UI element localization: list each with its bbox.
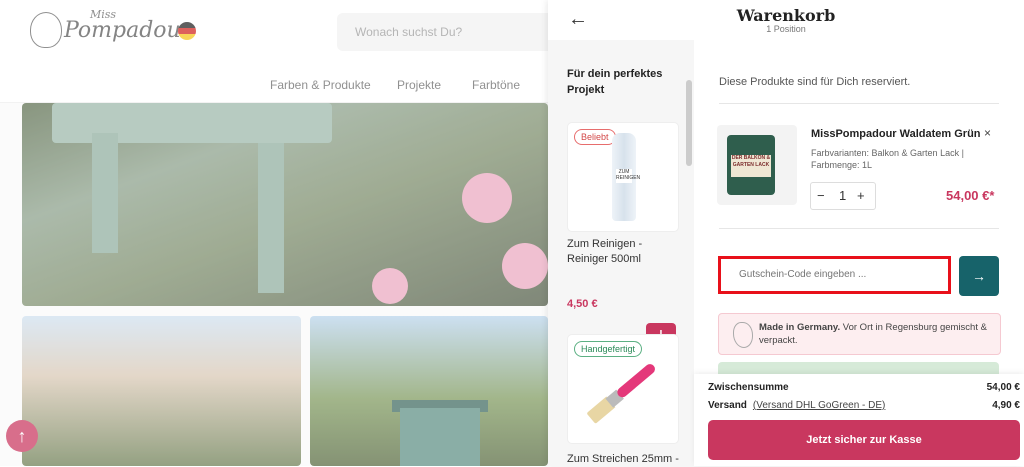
made-in-germany-text: Made in Germany. Vor Ort in Regensburg g… — [759, 321, 989, 347]
cart-item-price: 54,00 €* — [946, 188, 995, 203]
badge-beliebt: Beliebt — [574, 129, 616, 145]
dim-overlay[interactable] — [0, 0, 548, 466]
product-card-pinsel[interactable]: Handgefertigt — [567, 334, 679, 444]
made-in-germany-bold: Made in Germany. — [759, 322, 841, 333]
germany-map-icon — [733, 322, 753, 348]
paint-can: DER BALKON & GARTEN LACK — [727, 135, 775, 195]
shipping-method-link[interactable]: (Versand DHL GoGreen - DE) — [753, 400, 885, 411]
checkout-button[interactable]: Jetzt sicher zur Kasse — [708, 420, 1020, 460]
divider — [719, 228, 999, 229]
recommendations-panel: Für dein perfektes Projekt Beliebt ZUM R… — [548, 40, 694, 466]
cart-title: Warenkorb — [736, 6, 836, 25]
cart-item-name[interactable]: MissPompadour Waldatem Grün — [811, 128, 981, 140]
coupon-input[interactable] — [737, 268, 941, 281]
subtotal-value: 54,00 € — [986, 382, 1020, 393]
remove-item-icon[interactable]: × — [984, 126, 991, 140]
cart-header: ← Warenkorb 1 Position — [548, 0, 1024, 40]
product-price: 4,50 € — [567, 298, 598, 310]
order-summary: Zwischensumme 54,00 € Versand (Versand DH… — [694, 374, 1024, 466]
divider — [719, 103, 999, 104]
brush-handle — [615, 362, 657, 400]
product-name[interactable]: Zum Reinigen - Reiniger 500ml — [567, 237, 685, 267]
product-card-reiniger[interactable]: Beliebt ZUM REINIGEN — [567, 122, 679, 232]
badge-handgefertigt: Handgefertigt — [574, 341, 643, 357]
subtotal-label: Zwischensumme — [708, 382, 789, 393]
coupon-field[interactable] — [718, 256, 951, 294]
made-in-germany-notice: Made in Germany. Vor Ort in Regensburg g… — [718, 313, 1001, 355]
coupon-submit-button[interactable]: → — [959, 256, 999, 296]
increase-quantity-button[interactable]: + — [857, 188, 865, 203]
cart-drawer: ← Warenkorb 1 Position Für dein perfekte… — [548, 0, 1024, 466]
quantity-stepper: − 1 + — [810, 182, 876, 210]
recommendations-heading: Für dein perfektes Projekt — [567, 68, 663, 96]
cart-main: Diese Produkte sind für Dich reserviert.… — [694, 40, 1024, 466]
quantity-value[interactable]: 1 — [839, 188, 846, 203]
cart-item-image[interactable]: DER BALKON & GARTEN LACK — [717, 125, 797, 205]
shipping-label: Versand — [708, 400, 747, 411]
shipping-label-row: Versand (Versand DHL GoGreen - DE) — [708, 400, 885, 411]
reserved-notice: Diese Produkte sind für Dich reserviert. — [719, 76, 911, 88]
cart-item-count: 1 Position — [766, 24, 806, 34]
decrease-quantity-button[interactable]: − — [817, 188, 825, 203]
paintbrush-image — [586, 362, 659, 424]
cart-item-variant: Farbvarianten: Balkon & Garten Lack | Fa… — [811, 148, 964, 170]
info-strip — [718, 362, 999, 374]
product-name[interactable]: Zum Streichen 25mm - — [567, 452, 685, 467]
shipping-value: 4,90 € — [992, 400, 1020, 411]
can-label: DER BALKON & GARTEN LACK — [731, 155, 771, 177]
bottle-label: ZUM REINIGEN — [616, 169, 641, 183]
recommendations-scrollbar[interactable] — [686, 80, 692, 166]
cleaner-bottle-image: ZUM REINIGEN — [612, 133, 641, 221]
